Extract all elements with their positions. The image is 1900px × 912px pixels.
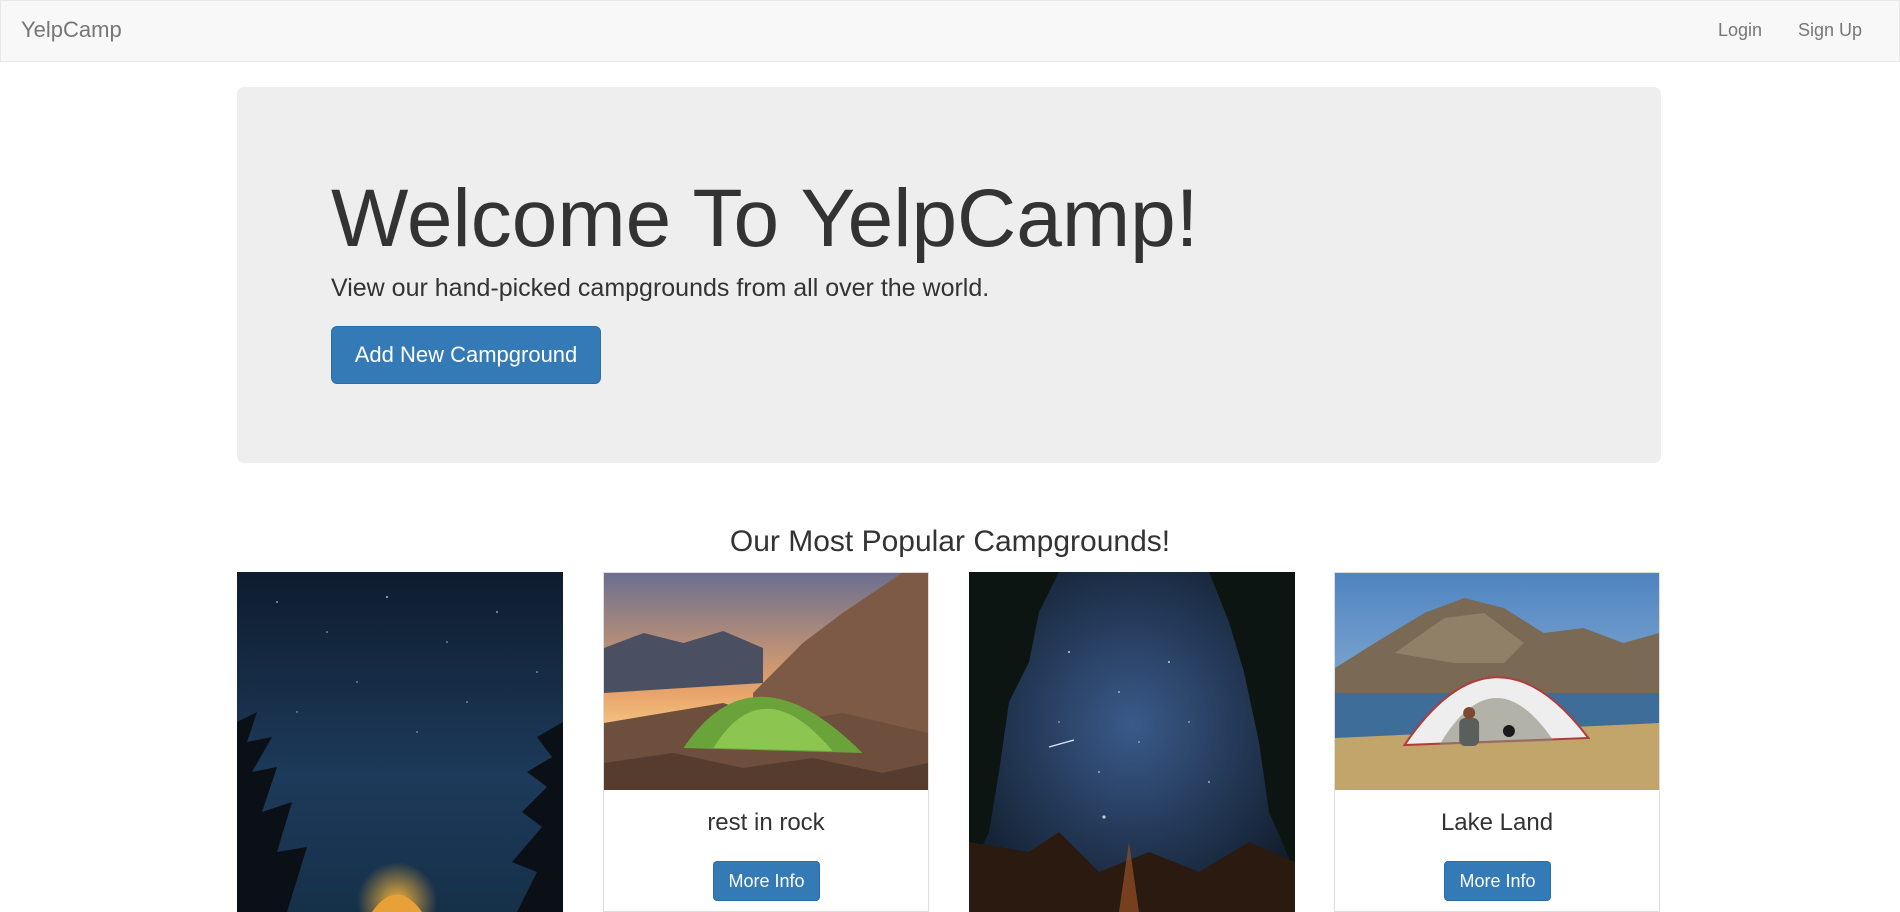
signup-link[interactable]: Sign Up — [1798, 20, 1862, 40]
section-title: Our Most Popular Campgrounds! — [729, 525, 1171, 558]
campground-name: Lake Land — [1440, 809, 1554, 836]
campground-image[interactable] — [237, 572, 563, 912]
add-campground-button[interactable]: Add New Campground — [331, 326, 601, 384]
campground-card: rest in rock More Info — [603, 572, 929, 912]
brand-link[interactable]: YelpCamp — [21, 17, 122, 43]
more-info-button[interactable]: More Info — [1444, 861, 1551, 901]
campground-image[interactable] — [969, 572, 1295, 912]
campground-image[interactable] — [1335, 573, 1659, 790]
more-info-button[interactable]: More Info — [713, 861, 820, 901]
page-subtitle: View our hand-picked campgrounds from al… — [331, 274, 990, 302]
login-link[interactable]: Login — [1718, 20, 1762, 40]
campground-card: Lake Land More Info — [1334, 572, 1660, 912]
navbar: YelpCamp Login Sign Up — [0, 0, 1900, 62]
page-title: Welcome To YelpCamp! — [331, 173, 1199, 264]
campground-name: rest in rock — [707, 809, 825, 836]
campground-card — [237, 572, 563, 912]
jumbotron: Welcome To YelpCamp! View our hand-picke… — [237, 87, 1661, 463]
campground-card — [969, 572, 1295, 912]
campground-image[interactable] — [604, 573, 928, 790]
